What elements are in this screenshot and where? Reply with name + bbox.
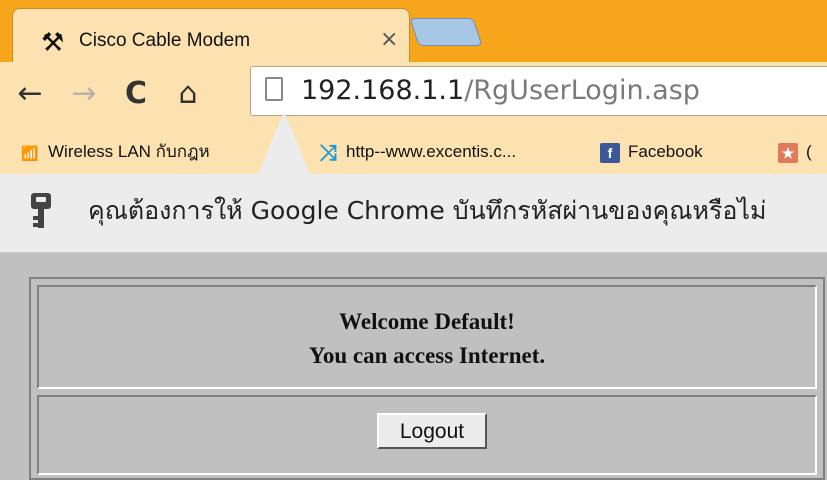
welcome-cell: Welcome Default! You can access Internet… (37, 285, 817, 389)
bookmark-icon: ★ (778, 142, 798, 163)
browser-tab[interactable]: ⚒ Cisco Cable Modem × (12, 8, 410, 63)
tools-icon: ⚒ (41, 28, 65, 58)
key-icon (31, 193, 51, 228)
logout-button[interactable]: Logout (377, 413, 487, 449)
url-host: 192.168.1.1 (301, 75, 465, 106)
bookmark-label: Wireless LAN กับกฎห (48, 142, 210, 161)
tab-title: Cisco Cable Modem (79, 30, 251, 51)
infobar-message: คุณต้องการให้ Google Chrome บันทึกรหัสผ่… (88, 196, 767, 225)
bookmark-more[interactable]: ★( (778, 140, 812, 164)
bookmark-label: ( (806, 142, 812, 161)
page-content: Welcome Default! You can access Internet… (0, 253, 827, 480)
logout-cell: Logout (37, 395, 817, 475)
bookmark-label: Facebook (628, 142, 703, 161)
excentis-icon: ⤨ (319, 139, 337, 165)
close-tab-icon[interactable]: × (380, 27, 398, 53)
facebook-icon: f (600, 142, 620, 163)
back-arrow-icon[interactable]: ← (10, 74, 50, 114)
bookmark-facebook[interactable]: f Facebook (600, 140, 703, 164)
tab-strip: ⚒ Cisco Cable Modem × (0, 0, 827, 63)
status-table: Welcome Default! You can access Internet… (29, 277, 825, 480)
bookmark-label: http--www.excentis.c... (346, 142, 517, 161)
bookmarks-bar: 📶 Wireless LAN กับกฎห ⤨ http--www.excentis… (0, 130, 827, 175)
forward-arrow-icon[interactable]: → (64, 74, 104, 114)
welcome-message: Welcome Default! You can access Internet… (39, 305, 815, 373)
new-tab-button[interactable] (409, 18, 483, 46)
save-password-infobar: คุณต้องการให้ Google Chrome บันทึกรหัสผ่… (0, 174, 827, 253)
welcome-line-2: You can access Internet. (308, 343, 546, 368)
toolbar: ← → C ⌂ 192.168.1.1/RgUserLogin.asp (0, 62, 827, 130)
url-text[interactable]: 192.168.1.1/RgUserLogin.asp (301, 75, 700, 107)
welcome-line-1: Welcome Default! (339, 309, 515, 334)
address-bar[interactable]: 192.168.1.1/RgUserLogin.asp (250, 66, 827, 116)
infobar-pointer (258, 112, 310, 174)
reload-icon[interactable]: C (116, 74, 156, 114)
bookmark-excentis[interactable]: ⤨ http--www.excentis.c... (318, 140, 516, 164)
url-path: /RgUserLogin.asp (464, 75, 700, 106)
wifi-icon: 📶 (21, 144, 39, 161)
home-icon[interactable]: ⌂ (168, 74, 208, 114)
page-icon (265, 77, 283, 101)
bookmark-wireless-lan[interactable]: 📶 Wireless LAN กับกฎห (20, 140, 210, 164)
